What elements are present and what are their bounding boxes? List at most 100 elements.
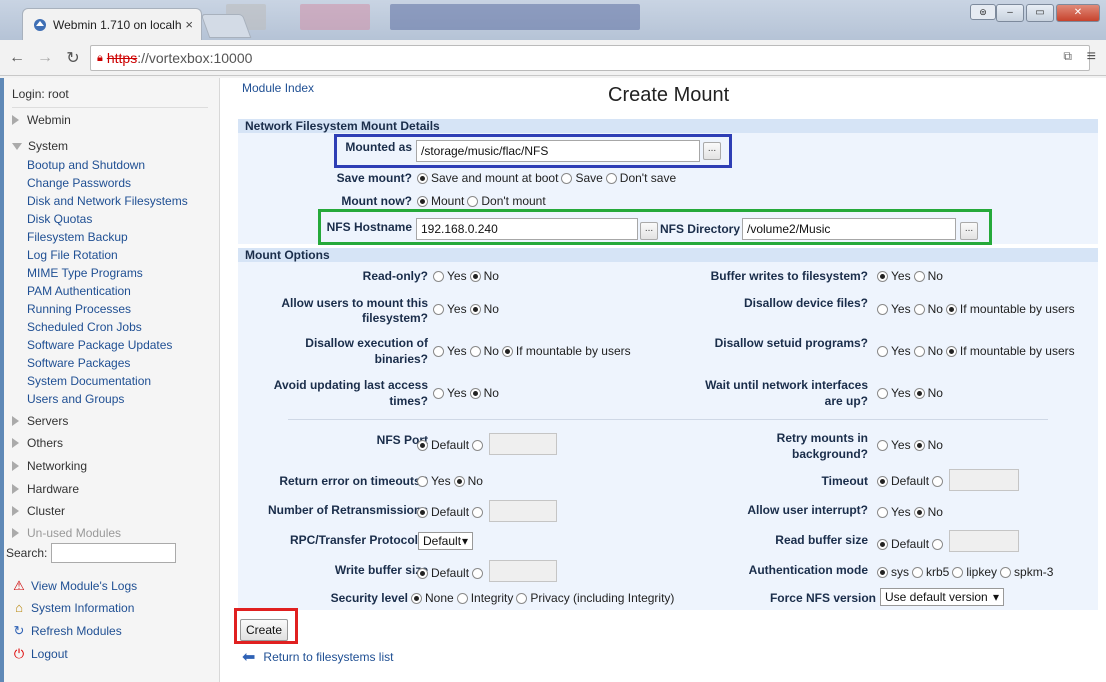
module-index-link[interactable]: Module Index <box>242 81 314 95</box>
back-arrow-icon[interactable]: ← <box>6 49 28 67</box>
mounted-as-input[interactable] <box>416 140 700 162</box>
category-system[interactable]: System <box>12 139 68 153</box>
radio-default[interactable] <box>417 506 428 518</box>
sidebar-item-documentation[interactable]: System Documentation <box>27 375 151 388</box>
radio-krb5[interactable] <box>912 566 923 578</box>
view-module-logs-link[interactable]: ⚠ View Module's Logs <box>12 579 137 594</box>
radio-no[interactable] <box>913 506 925 518</box>
sidebar-item-users-groups[interactable]: Users and Groups <box>27 393 124 406</box>
category-unused-modules[interactable]: Un-used Modules <box>12 526 121 540</box>
create-button[interactable]: Create <box>240 619 289 641</box>
radio-dont-save[interactable] <box>605 172 617 184</box>
radio-default[interactable] <box>877 475 888 487</box>
radio-no[interactable] <box>469 345 481 357</box>
radio-yes[interactable] <box>433 303 444 315</box>
timeout-input[interactable] <box>949 469 1019 491</box>
radio-yes[interactable] <box>877 439 888 451</box>
sidebar-item-bootup[interactable]: Bootup and Shutdown <box>27 159 145 172</box>
retransmissions-input[interactable] <box>489 500 557 522</box>
nfs-hostname-browse-button[interactable]: ... <box>640 222 658 240</box>
radio-yes[interactable] <box>417 475 428 487</box>
mounted-as-browse-button[interactable]: ... <box>703 142 721 160</box>
address-bar[interactable]: 🔒︎ https ://vortexbox:10000 <box>90 45 1090 71</box>
radio-no[interactable] <box>913 303 925 315</box>
search-input[interactable] <box>51 543 177 563</box>
sidebar-item-pam[interactable]: PAM Authentication <box>27 285 131 298</box>
radio-yes[interactable] <box>433 345 444 357</box>
sidebar-item-software-packages[interactable]: Software Packages <box>27 357 130 370</box>
logout-link[interactable]: ⏻ Logout <box>12 647 68 662</box>
radio-yes[interactable] <box>877 506 888 518</box>
radio-if-mountable[interactable] <box>945 303 957 315</box>
radio-custom[interactable] <box>932 475 944 487</box>
nfs-directory-browse-button[interactable]: ... <box>960 222 978 240</box>
refresh-modules-link[interactable]: ↻ Refresh Modules <box>12 624 122 639</box>
category-cluster[interactable]: Cluster <box>12 504 65 518</box>
sidebar-item-disk-network-filesystems[interactable]: Disk and Network Filesystems <box>27 195 188 208</box>
browser-tab[interactable]: Webmin 1.710 on localh × <box>22 8 202 40</box>
radio-mount[interactable] <box>417 195 428 207</box>
reload-icon[interactable]: ↻ <box>62 48 84 68</box>
minimize-icon[interactable]: – <box>996 4 1024 22</box>
read-buffer-input[interactable] <box>949 530 1019 552</box>
system-information-link[interactable]: ⌂ System Information <box>12 601 134 616</box>
sidebar-item-change-passwords[interactable]: Change Passwords <box>27 177 131 190</box>
radio-lipkey[interactable] <box>952 566 964 578</box>
radio-if-mountable[interactable] <box>501 345 513 357</box>
radio-privacy[interactable] <box>516 592 528 604</box>
radio-save[interactable] <box>561 172 573 184</box>
close-window-icon[interactable]: ✕ <box>1056 4 1100 22</box>
sidebar-item-disk-quotas[interactable]: Disk Quotas <box>27 213 92 226</box>
radio-no[interactable] <box>453 475 465 487</box>
sidebar-item-package-updates[interactable]: Software Package Updates <box>27 339 172 352</box>
rpc-protocol-select[interactable]: Default ▾ <box>418 532 473 550</box>
sidebar-item-running-processes[interactable]: Running Processes <box>27 303 131 316</box>
radio-custom[interactable] <box>472 506 484 518</box>
category-networking[interactable]: Networking <box>12 459 87 473</box>
browser-menu-icon[interactable]: ≡ <box>1087 48 1096 66</box>
radio-no[interactable] <box>913 345 925 357</box>
return-to-filesystems-link[interactable]: ⬅ Return to filesystems list <box>242 647 393 667</box>
category-servers[interactable]: Servers <box>12 414 68 428</box>
radio-custom[interactable] <box>932 538 944 550</box>
sidebar-item-cron[interactable]: Scheduled Cron Jobs <box>27 321 142 334</box>
forward-arrow-icon[interactable]: → <box>34 49 56 67</box>
category-hardware[interactable]: Hardware <box>12 482 79 496</box>
radio-custom[interactable] <box>472 439 484 451</box>
force-nfs-select[interactable]: Use default version ▾ <box>880 588 1004 606</box>
maximize-icon[interactable]: ▭ <box>1026 4 1054 22</box>
radio-yes[interactable] <box>877 387 888 399</box>
radio-integrity[interactable] <box>456 592 468 604</box>
radio-yes[interactable] <box>877 345 888 357</box>
radio-default[interactable] <box>417 567 428 579</box>
radio-no[interactable] <box>469 303 481 315</box>
user-profile-icon[interactable]: ⊜ <box>970 4 996 20</box>
sidebar-item-log-rotation[interactable]: Log File Rotation <box>27 249 118 262</box>
radio-no[interactable] <box>469 387 481 399</box>
radio-yes[interactable] <box>877 303 888 315</box>
radio-none[interactable] <box>411 592 422 604</box>
radio-yes[interactable] <box>433 270 444 282</box>
radio-custom[interactable] <box>472 567 484 579</box>
write-buffer-input[interactable] <box>489 560 557 582</box>
sidebar-item-filesystem-backup[interactable]: Filesystem Backup <box>27 231 128 244</box>
radio-no[interactable] <box>913 270 925 282</box>
radio-default[interactable] <box>877 538 888 550</box>
radio-yes[interactable] <box>877 270 888 282</box>
radio-no[interactable] <box>469 270 481 282</box>
category-webmin[interactable]: Webmin <box>12 113 71 127</box>
radio-default[interactable] <box>417 439 428 451</box>
radio-yes[interactable] <box>433 387 444 399</box>
radio-save-and-mount[interactable] <box>417 172 428 184</box>
nfs-hostname-input[interactable] <box>416 218 638 240</box>
nfs-port-input[interactable] <box>489 433 557 455</box>
nfs-directory-input[interactable] <box>742 218 956 240</box>
radio-no[interactable] <box>913 439 925 451</box>
translate-icon[interactable]: ⧉ <box>1063 49 1072 64</box>
radio-if-mountable[interactable] <box>945 345 957 357</box>
radio-no[interactable] <box>913 387 925 399</box>
tab-close-icon[interactable]: × <box>185 17 193 32</box>
category-others[interactable]: Others <box>12 436 63 450</box>
sidebar-item-mime-types[interactable]: MIME Type Programs <box>27 267 143 280</box>
radio-spkm3[interactable] <box>1000 566 1012 578</box>
